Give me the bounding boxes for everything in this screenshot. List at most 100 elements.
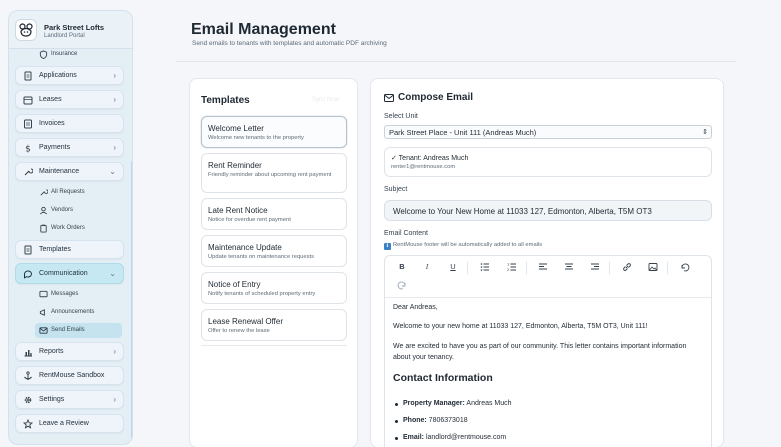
chart-icon — [24, 350, 32, 357]
wrench-icon — [40, 189, 48, 196]
svg-text:2: 2 — [507, 268, 509, 272]
sub-item-label: Vendors — [51, 207, 74, 213]
calendar-icon — [23, 96, 33, 105]
sidebar-item-reports[interactable]: Reports › — [15, 342, 124, 361]
sidebar-item-maintenance[interactable]: Maintenance ⌄ — [15, 162, 124, 181]
sub-item-label: All Requests — [51, 189, 85, 195]
subject-input[interactable]: Welcome to Your New Home at 11033 127, E… — [384, 200, 712, 221]
sub-item-announcements[interactable]: Announcements — [35, 305, 122, 320]
numbered-list-icon: 12 — [507, 263, 516, 272]
template-card-rent-reminder[interactable]: Rent Reminder Friendly reminder about up… — [201, 153, 347, 193]
email-list-item: Property Manager: Andreas Much — [395, 400, 512, 407]
link-button[interactable] — [620, 260, 634, 274]
email-list-item: Email: landlord@rentmouse.com — [394, 434, 507, 441]
sidebar-item-payments[interactable]: $ Payments › — [15, 138, 124, 157]
italic-button[interactable]: I — [420, 260, 434, 274]
header-divider — [176, 61, 736, 62]
sub-item-label: Send Emails — [51, 327, 85, 333]
sub-item-label: Insurance — [51, 51, 78, 57]
page-subtitle: Send emails to tenants with templates an… — [192, 40, 387, 47]
updown-icon: ⇕ — [702, 129, 708, 136]
sidebar-item-label: RentMouse Sandbox — [39, 372, 105, 379]
templates-faded-action[interactable]: Sync Now — [312, 97, 339, 103]
footer-hint: ℹ RentMouse footer will be automatically … — [384, 242, 542, 250]
brand-subtitle: Landlord Portal — [44, 33, 85, 39]
rich-text-editor[interactable]: B I U 12 Dear Andreas, Welcome to your n… — [384, 255, 712, 447]
undo-button[interactable] — [678, 260, 692, 274]
undo-icon — [681, 263, 690, 272]
sidebar-item-applications[interactable]: Applications › — [15, 66, 124, 85]
toolbar-divider — [526, 262, 527, 274]
toolbar-divider — [667, 262, 668, 274]
sidebar: Park Street Lofts Landlord Portal Insura… — [8, 10, 133, 445]
template-name: Rent Reminder — [208, 161, 262, 170]
sidebar-item-label: Leases — [39, 96, 62, 103]
underline-button[interactable]: U — [446, 260, 460, 274]
template-card-welcome-letter[interactable]: Welcome Letter Welcome new tenants to th… — [201, 116, 347, 148]
mail-icon — [39, 327, 48, 334]
chevron-right-icon: › — [113, 347, 116, 356]
sidebar-item-label: Applications — [39, 72, 77, 79]
template-desc: Friendly reminder about upcoming rent pa… — [208, 172, 332, 178]
bold-button[interactable]: B — [395, 260, 409, 274]
chevron-down-icon: ⌄ — [109, 167, 116, 176]
sidebar-item-invoices[interactable]: Invoices — [15, 114, 124, 133]
bullet-list-button[interactable] — [478, 260, 492, 274]
template-card-maintenance-update[interactable]: Maintenance Update Update tenants on mai… — [201, 235, 347, 267]
footer-hint-text: RentMouse footer will be automatically a… — [393, 242, 543, 248]
redo-button[interactable] — [395, 278, 409, 292]
template-desc: Update tenants on maintenance requests — [208, 254, 315, 260]
chevron-right-icon: › — [113, 71, 116, 80]
sidebar-item-rentmouse-sandbox[interactable]: RentMouse Sandbox — [15, 366, 124, 385]
sub-item-vendors[interactable]: Vendors — [35, 203, 122, 218]
align-left-button[interactable] — [536, 260, 550, 274]
logo[interactable] — [15, 19, 37, 41]
template-desc: Notice for overdue rent payment — [208, 217, 291, 223]
align-right-icon — [591, 263, 599, 270]
sidebar-item-leases[interactable]: Leases › — [15, 90, 124, 109]
unit-select[interactable]: Park Street Place - Unit 111 (Andreas Mu… — [384, 125, 712, 139]
template-desc: Welcome new tenants to the property — [208, 135, 304, 141]
sub-item-insurance[interactable]: Insurance — [35, 49, 122, 61]
compose-title: Compose Email — [398, 92, 474, 103]
sub-item-messages[interactable]: Messages — [35, 287, 122, 302]
svg-text:$: $ — [25, 145, 31, 154]
tenant-info-box: ✓ Tenant: Andreas Much renter1@rentmouse… — [384, 147, 712, 177]
email-paragraph: Welcome to your new home at 11033 127, E… — [393, 323, 648, 330]
editor-toolbar: B I U 12 — [385, 256, 711, 298]
sidebar-item-leave-review[interactable]: Leave a Review — [15, 414, 124, 433]
sidebar-item-settings[interactable]: Settings › — [15, 390, 124, 409]
toolbar-divider — [467, 262, 468, 274]
sidebar-header: Park Street Lofts Landlord Portal — [9, 11, 132, 49]
align-right-button[interactable] — [588, 260, 602, 274]
template-card-late-rent-notice[interactable]: Late Rent Notice Notice for overdue rent… — [201, 198, 347, 230]
star-icon — [23, 419, 33, 429]
bullet-list-icon — [480, 263, 489, 271]
document-icon — [24, 245, 32, 255]
sub-item-all-requests[interactable]: All Requests — [35, 185, 122, 200]
document-icon — [24, 71, 32, 81]
users-icon — [40, 206, 47, 215]
sidebar-item-templates[interactable]: Templates — [15, 240, 124, 259]
email-greeting: Dear Andreas, — [393, 304, 438, 311]
sub-item-work-orders[interactable]: Work Orders — [35, 221, 122, 236]
select-unit-label: Select Unit — [384, 113, 418, 120]
email-heading: Contact Information — [393, 372, 493, 384]
sidebar-item-label: Invoices — [39, 120, 65, 127]
sidebar-item-label: Leave a Review — [39, 420, 89, 427]
align-center-button[interactable] — [562, 260, 576, 274]
image-button[interactable] — [646, 260, 660, 274]
svg-text:1: 1 — [507, 263, 509, 267]
template-card-lease-renewal-offer[interactable]: Lease Renewal Offer Offer to renew the l… — [201, 309, 347, 341]
chevron-down-icon: ⌄ — [109, 269, 116, 278]
sidebar-scrollbar[interactable] — [131, 161, 132, 444]
align-left-icon — [539, 263, 547, 270]
message-icon — [39, 290, 48, 298]
sub-item-send-emails[interactable]: Send Emails — [35, 323, 122, 338]
sidebar-item-communication[interactable]: Communication ⌄ — [15, 263, 124, 284]
numbered-list-button[interactable]: 12 — [505, 260, 519, 274]
template-card-notice-of-entry[interactable]: Notice of Entry Notify tenants of schedu… — [201, 272, 347, 304]
unit-select-value: Park Street Place - Unit 111 (Andreas Mu… — [389, 128, 537, 137]
templates-divider — [201, 345, 347, 346]
wrench-icon — [24, 168, 33, 176]
